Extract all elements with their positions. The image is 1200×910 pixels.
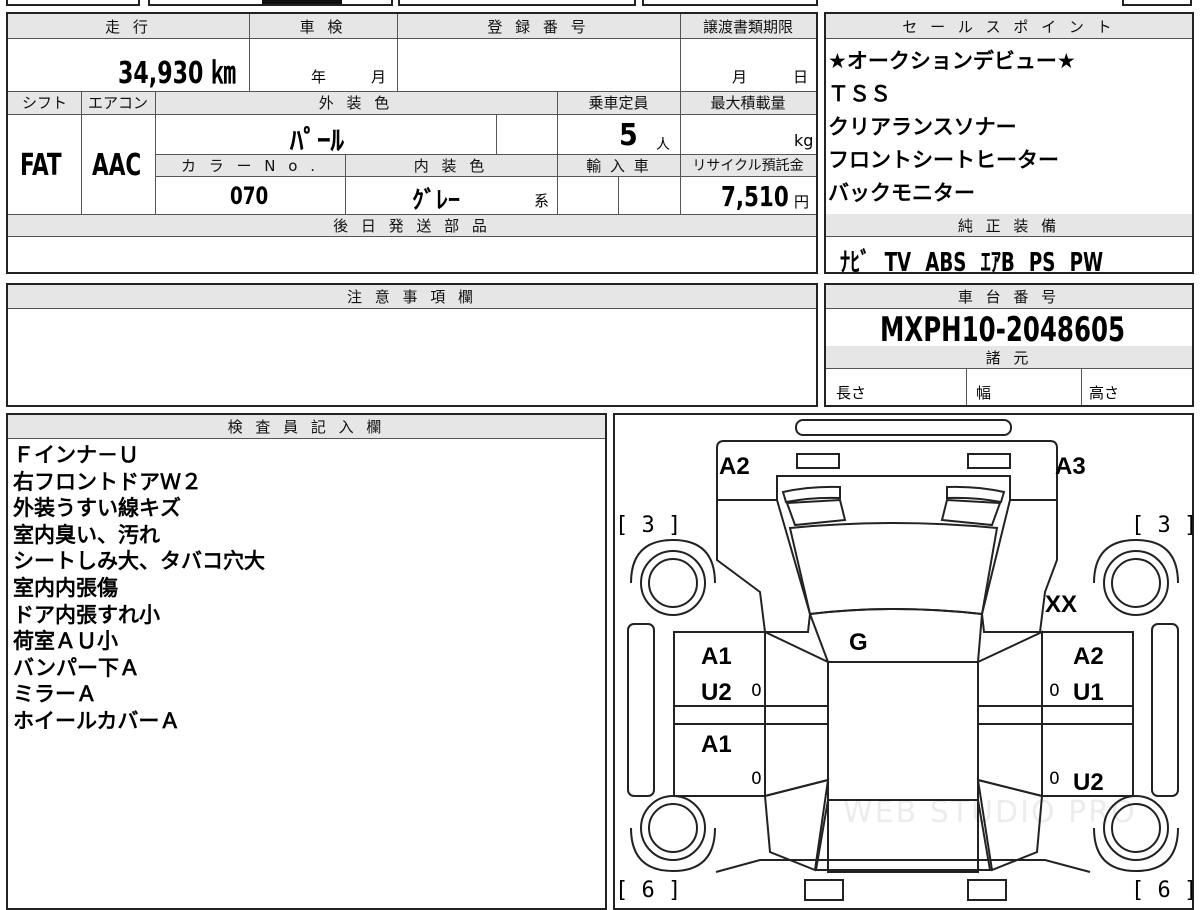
shaken-label: 車 検 xyxy=(249,14,397,38)
bracket-top-left: [ 3 ] xyxy=(615,513,682,538)
capacity-unit: 人 xyxy=(656,137,670,153)
capacity-value: 5 xyxy=(619,118,638,153)
genuine-equipment-label: 純 正 装 備 xyxy=(826,214,1192,236)
inspector-label: 検 査 員 記 入 欄 xyxy=(8,415,605,438)
width-label: 幅 xyxy=(976,384,992,402)
sales-points-box: セ ー ル ス ポ イ ン ト ★オークションデビュー★ ＴＳＳ クリアランスソ… xyxy=(824,12,1194,278)
sales-point-item: ★オークションデビュー★ xyxy=(828,49,1076,73)
door-mark: 0 xyxy=(751,769,762,789)
inspector-note: シートしみ大、タバコ穴大 xyxy=(13,549,265,574)
sales-point-item: ＴＳＳ xyxy=(828,82,891,106)
inspector-notes-list: Ｆインナ－Ｕ 右フロントドアＷ２ 外装うすい線キズ 室内臭い、汚れ シートしみ大… xyxy=(13,442,265,735)
inspector-note: 右フロントドアＷ２ xyxy=(13,469,202,494)
sales-points-label: セ ー ル ス ポ イ ン ト xyxy=(826,14,1192,38)
color-no-value: 070 xyxy=(230,182,269,210)
recycle-fee-label: リサイクル預託金 xyxy=(680,154,816,176)
right-front-door-damage: A2 xyxy=(1073,643,1104,670)
registration-no-label: 登 録 番 号 xyxy=(397,14,680,38)
left-rear-door-damage: A1 xyxy=(701,731,732,758)
door-mark: 0 xyxy=(751,681,762,701)
interior-color-label: 内 装 色 xyxy=(345,154,557,176)
shaken-month-unit: 月 xyxy=(371,68,387,86)
height-label: 高さ xyxy=(1089,384,1120,402)
inspector-note: 荷室ＡＵ小 xyxy=(13,629,118,654)
chassis-no-label: 車 台 番 号 xyxy=(826,285,1192,308)
shift-label: シフト xyxy=(8,91,81,114)
inspector-note: ミラーＡ xyxy=(13,682,97,707)
inspector-note: バンパー下Ａ xyxy=(13,655,141,680)
bracket-bottom-right: [ 6 ] xyxy=(1131,878,1198,903)
color-no-label: カ ラ ー N o . xyxy=(155,154,345,176)
chassis-no-value: MXPH10-2048605 xyxy=(880,310,1126,350)
inspector-note: Ｆインナ－Ｕ xyxy=(13,443,139,467)
left-front-door-damage: A1 xyxy=(701,643,732,670)
car-damage-diagram: A2 A3 [ 3 ] [ 3 ] [ 6 ] [ 6 ] G XX A1 U2… xyxy=(613,413,1198,910)
transfer-deadline-label: 譲渡書類期限 xyxy=(680,14,816,38)
recycle-fee-value: 7,510 xyxy=(721,180,789,213)
bracket-top-right: [ 3 ] xyxy=(1131,513,1198,538)
capacity-label: 乗車定員 xyxy=(557,91,680,114)
aircon-value: AAC xyxy=(92,148,142,183)
door-mark: 0 xyxy=(1049,769,1060,789)
top-strip xyxy=(0,0,1200,8)
genuine-equipment-value: ﾅﾋﾞ TV ABS ｴｱB PS PW xyxy=(840,248,1104,278)
recycle-fee-unit: 円 xyxy=(794,193,810,211)
sales-point-item: フロントシートヒーター xyxy=(828,148,1059,172)
front-left-damage: A2 xyxy=(719,453,750,480)
right-front-door-damage: U1 xyxy=(1073,679,1104,706)
aircon-label: エアコン xyxy=(81,91,155,114)
inspector-note: 室内内張傷 xyxy=(13,575,118,600)
exterior-color-label: 外 装 色 xyxy=(155,91,557,114)
inspector-note: ホイールカバーＡ xyxy=(13,708,181,733)
sales-point-item: バックモニター xyxy=(828,181,975,205)
left-front-door-damage: U2 xyxy=(701,679,732,706)
mileage-value: 34,930 ㎞ xyxy=(118,56,236,91)
later-parts-label: 後 日 発 送 部 品 xyxy=(8,214,816,236)
import-label: 輸 入 車 xyxy=(557,154,680,176)
watermark: WEB STUDIO PRO xyxy=(843,795,1137,830)
max-load-label: 最大積載量 xyxy=(680,91,816,114)
mileage-label: 走 行 xyxy=(8,14,249,38)
sales-points-list: ★オークションデビュー★ ＴＳＳ クリアランスソナー フロントシートヒーター バ… xyxy=(828,45,1076,210)
inspector-note: 室内臭い、汚れ xyxy=(13,522,160,547)
sales-point-item: クリアランスソナー xyxy=(828,115,1017,139)
cut-off-text xyxy=(262,0,342,4)
vehicle-info-table: 走 行 車 検 登 録 番 号 譲渡書類期限 34,930 ㎞ 年 月 月 日 … xyxy=(6,12,818,274)
front-right-damage: A3 xyxy=(1055,453,1086,480)
exterior-color-value: ﾊﾟｰﾙ xyxy=(290,126,344,157)
bracket-bottom-left: [ 6 ] xyxy=(615,878,682,903)
inspector-notes-box: 検 査 員 記 入 欄 Ｆインナ－Ｕ 右フロントドアＷ２ 外装うすい線キズ 室内… xyxy=(6,413,607,910)
interior-color-value: ｸﾞﾚｰ xyxy=(412,186,460,214)
inspector-note: 外装うすい線キズ xyxy=(13,496,181,521)
specs-label: 諸 元 xyxy=(826,346,1192,368)
right-fender-damage: XX xyxy=(1045,591,1078,618)
inspector-note: ドア内張すれ小 xyxy=(13,602,160,627)
deadline-day-unit: 日 xyxy=(793,68,809,86)
windshield-damage: G xyxy=(849,629,868,656)
shift-value: FAT xyxy=(20,148,62,183)
series-unit: 系 xyxy=(534,192,550,210)
chassis-box: 車 台 番 号 MXPH10-2048605 諸 元 長さ 幅 高さ xyxy=(824,283,1194,407)
caution-label: 注 意 事 項 欄 xyxy=(8,285,816,308)
caution-box: 注 意 事 項 欄 xyxy=(6,283,818,407)
max-load-unit: kg xyxy=(794,131,814,150)
deadline-month-unit: 月 xyxy=(732,68,748,86)
length-label: 長さ xyxy=(836,384,867,402)
right-rear-door-damage: U2 xyxy=(1073,769,1104,796)
shaken-year-unit: 年 xyxy=(311,68,327,86)
door-mark: 0 xyxy=(1049,681,1060,701)
